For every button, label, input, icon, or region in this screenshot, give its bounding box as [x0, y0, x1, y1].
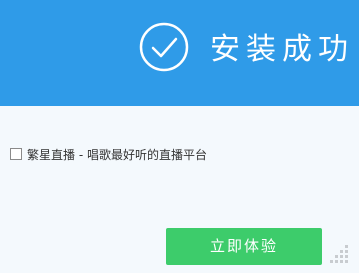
try-now-button[interactable]: 立即体验 [166, 228, 322, 265]
promo-option-label: 繁星直播 - 唱歌最好听的直播平台 [27, 147, 207, 162]
success-title: 安装成功 [210, 32, 354, 67]
check-circle-icon [139, 22, 189, 72]
promo-option[interactable]: 繁星直播 - 唱歌最好听的直播平台 [10, 146, 207, 162]
resize-grip-icon[interactable] [327, 243, 351, 267]
promo-checkbox[interactable] [10, 148, 22, 160]
success-banner: 安装成功 [0, 0, 359, 106]
